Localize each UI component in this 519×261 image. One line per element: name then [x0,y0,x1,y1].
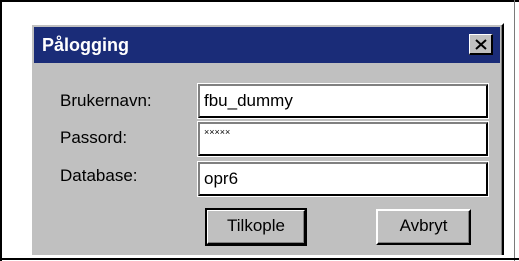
close-button[interactable] [469,34,493,55]
database-label: Database: [60,166,138,185]
frame-left-border [0,0,2,261]
password-field[interactable]: ××××× [197,121,489,157]
username-field[interactable]: fbu_dummy [197,83,489,119]
dialog-title: Pålogging [42,35,129,55]
frame-bottom-border [0,258,519,260]
database-field[interactable]: opr6 [197,161,489,197]
connect-button[interactable]: Tilkople [205,208,307,246]
login-dialog: Pålogging Brukernavn: fbu_dummy Passord:… [30,23,504,255]
cancel-button-label: Avbryt [399,216,448,235]
frame-top-border [0,0,519,2]
screenshot-canvas: Pålogging Brukernavn: fbu_dummy Passord:… [0,0,519,261]
password-label: Passord: [60,128,128,147]
dialog-titlebar[interactable]: Pålogging [34,27,500,63]
username-label: Brukernavn: [60,91,152,110]
connect-button-label: Tilkople [227,216,285,235]
frame-right-border [514,0,515,261]
close-x-icon [474,38,487,50]
cancel-button[interactable]: Avbryt [376,209,471,245]
